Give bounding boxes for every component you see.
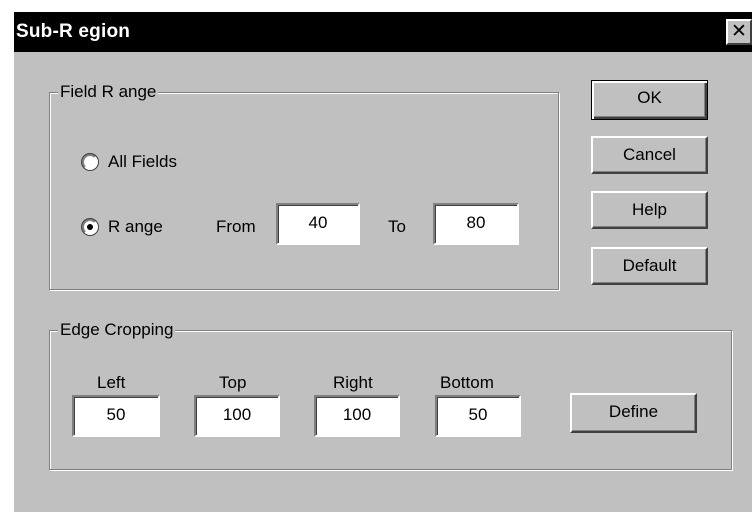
title-bar[interactable]: Sub-R egion ✕	[14, 12, 752, 52]
to-field[interactable]: 80	[433, 203, 519, 245]
field-range-group: Field R ange All Fields R ange From 40 T…	[49, 81, 559, 290]
close-icon: ✕	[731, 20, 747, 42]
top-field[interactable]: 100	[194, 395, 280, 437]
all-fields-radio-option[interactable]: All Fields	[82, 152, 177, 172]
range-radio-option[interactable]: R ange	[82, 217, 163, 237]
field-range-legend: Field R ange	[58, 81, 159, 103]
range-label: R ange	[108, 217, 163, 236]
sub-region-dialog: Sub-R egion ✕ Field R ange All Fields R …	[12, 10, 752, 512]
close-button[interactable]: ✕	[726, 19, 752, 45]
window-title: Sub-R egion	[16, 21, 131, 42]
all-fields-radio[interactable]	[82, 154, 98, 170]
default-button[interactable]: Default	[591, 247, 708, 285]
from-label: From	[216, 217, 256, 236]
range-radio[interactable]	[82, 219, 98, 235]
top-label: Top	[219, 373, 247, 392]
cancel-button[interactable]: Cancel	[591, 136, 708, 174]
right-label: Right	[333, 373, 373, 392]
all-fields-label: All Fields	[108, 152, 177, 171]
define-button[interactable]: Define	[570, 393, 697, 433]
ok-button[interactable]: OK	[591, 80, 708, 120]
edge-cropping-legend: Edge Cropping	[58, 319, 176, 341]
left-label: Left	[97, 373, 126, 392]
edge-cropping-group: Edge Cropping Left 50 Top 100 Right 100 …	[49, 319, 732, 470]
left-field[interactable]: 50	[72, 395, 160, 437]
from-field[interactable]: 40	[276, 203, 360, 245]
bottom-label: Bottom	[440, 373, 494, 392]
right-field[interactable]: 100	[314, 395, 400, 437]
radio-selected-dot	[87, 224, 93, 230]
bottom-field[interactable]: 50	[435, 395, 521, 437]
help-button[interactable]: Help	[591, 191, 708, 229]
to-label: To	[388, 217, 406, 236]
